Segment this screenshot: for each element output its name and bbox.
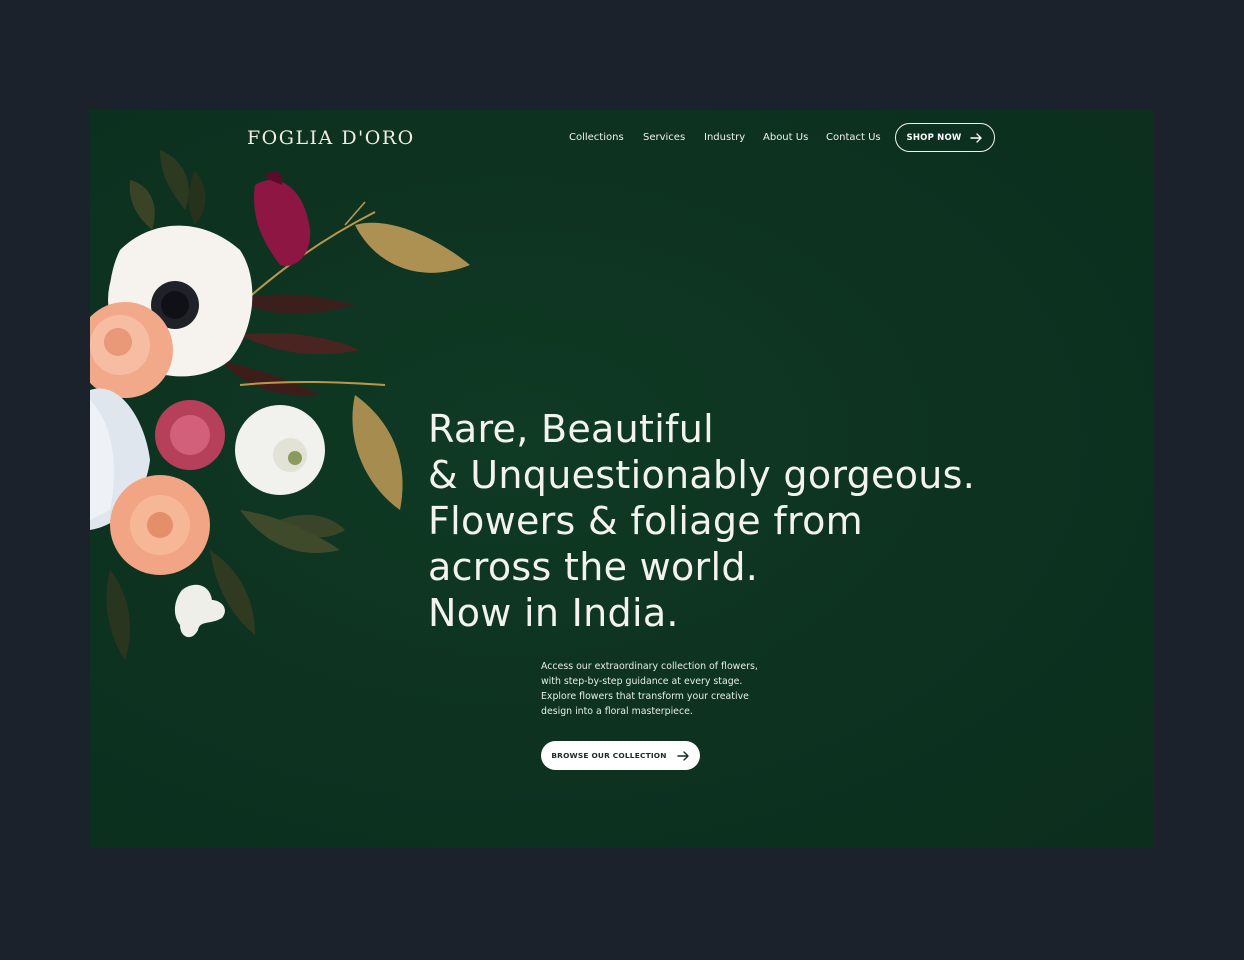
shop-now-label: SHOP NOW <box>906 132 962 143</box>
arrow-right-icon <box>676 750 690 761</box>
description-line: Access our extraordinary collection of f… <box>541 661 758 672</box>
headline-line: Flowers & foliage from <box>428 499 863 543</box>
nav-item-services[interactable]: Services <box>643 132 685 143</box>
hero-section: FOGLIA D'ORO Collections Services Indust… <box>90 110 1154 848</box>
nav-item-about-us[interactable]: About Us <box>763 132 808 143</box>
arrow-right-icon <box>970 132 983 143</box>
description-line: with step-by-step guidance at every stag… <box>541 676 743 687</box>
browse-collection-button[interactable]: BROWSE OUR COLLECTION <box>541 741 700 770</box>
hero-description: Access our extraordinary collection of f… <box>541 659 781 719</box>
brand-logo[interactable]: FOGLIA D'ORO <box>247 127 415 149</box>
headline-line: across the world. <box>428 545 759 589</box>
flower-bouquet-image <box>90 150 470 660</box>
headline-line: & Unquestionably gorgeous. <box>428 453 976 497</box>
nav-item-industry[interactable]: Industry <box>704 132 745 143</box>
nav-item-contact-us[interactable]: Contact Us <box>826 132 881 143</box>
shop-now-button[interactable]: SHOP NOW <box>895 123 995 152</box>
headline-line: Rare, Beautiful <box>428 407 714 451</box>
description-line: design into a floral masterpiece. <box>541 706 693 717</box>
browse-collection-label: BROWSE OUR COLLECTION <box>551 751 667 760</box>
nav-item-collections[interactable]: Collections <box>569 132 624 143</box>
headline-line: Now in India. <box>428 591 679 635</box>
description-line: Explore flowers that transform your crea… <box>541 691 749 702</box>
hero-headline: Rare, Beautiful & Unquestionably gorgeou… <box>428 406 975 636</box>
